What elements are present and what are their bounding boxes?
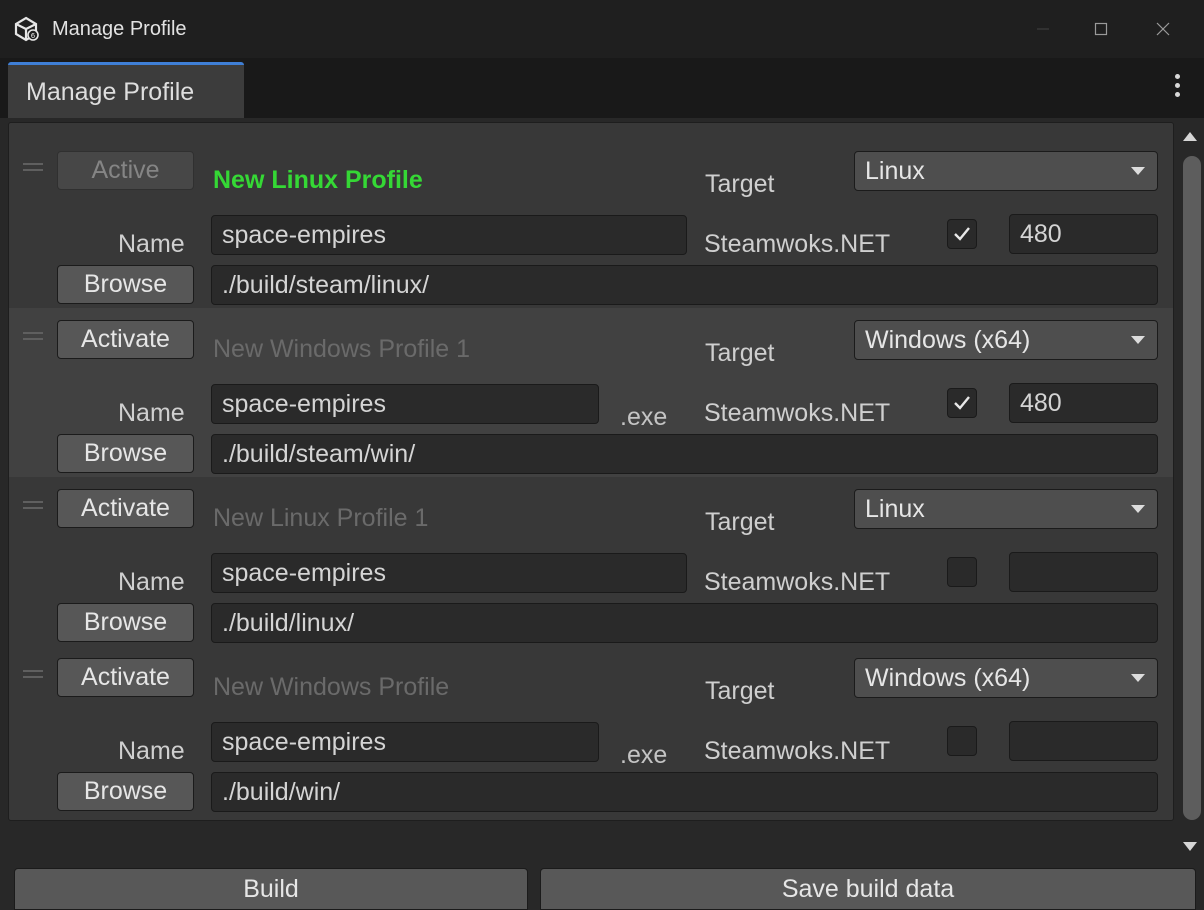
output-path-input[interactable]: ./build/steam/win/ — [211, 434, 1158, 474]
checkmark-icon — [954, 227, 970, 241]
drag-handle-icon[interactable] — [23, 163, 43, 171]
close-button[interactable] — [1134, 0, 1192, 58]
chevron-down-icon — [1131, 505, 1145, 513]
build-name-input[interactable]: space-empires — [211, 553, 687, 593]
drag-handle-icon[interactable] — [23, 501, 43, 509]
profile-row: Activate New Windows Profile 1 Target Wi… — [9, 308, 1173, 477]
drag-handle-icon[interactable] — [23, 332, 43, 340]
steamworks-checkbox[interactable] — [947, 219, 977, 249]
steamworks-checkbox[interactable] — [947, 557, 977, 587]
target-label: Target — [705, 508, 775, 536]
scroll-down-icon[interactable] — [1183, 842, 1197, 851]
unity-logo-icon: 6 — [14, 16, 39, 42]
build-name-input[interactable]: space-empires — [211, 215, 687, 255]
target-value: Linux — [865, 157, 925, 185]
exe-extension-label: .exe — [620, 403, 668, 431]
activate-button[interactable]: Active — [57, 151, 194, 190]
target-label: Target — [705, 170, 775, 198]
steam-app-id-input[interactable] — [1009, 552, 1158, 592]
target-dropdown[interactable]: Linux — [854, 489, 1158, 529]
target-value: Linux — [865, 495, 925, 523]
steamworks-label: Steamwoks.NET — [704, 230, 891, 258]
steamworks-label: Steamwoks.NET — [704, 737, 891, 765]
maximize-button[interactable] — [1072, 0, 1130, 58]
content-area: Active New Linux Profile Target Linux Na… — [0, 118, 1204, 858]
target-dropdown[interactable]: Windows (x64) — [854, 658, 1158, 698]
target-label: Target — [705, 339, 775, 367]
minimize-icon — [1037, 28, 1049, 30]
browse-button[interactable]: Browse — [57, 434, 194, 473]
name-label: Name — [118, 399, 185, 427]
steam-app-id-input[interactable] — [1009, 721, 1158, 761]
checkmark-icon — [954, 396, 970, 410]
name-label: Name — [118, 230, 185, 258]
maximize-icon — [1094, 22, 1108, 36]
name-label: Name — [118, 568, 185, 596]
steam-app-id-input[interactable]: 480 — [1009, 383, 1158, 423]
target-value: Windows (x64) — [865, 664, 1031, 692]
output-path-input[interactable]: ./build/steam/linux/ — [211, 265, 1158, 305]
activate-button[interactable]: Activate — [57, 489, 194, 528]
steam-app-id-input[interactable]: 480 — [1009, 214, 1158, 254]
title-bar[interactable]: 6 Manage Profile — [0, 0, 1204, 58]
profile-name: New Windows Profile 1 — [213, 335, 471, 363]
editor-window: 6 Manage Profile Manage Profile Active N… — [0, 0, 1204, 910]
minimize-button[interactable] — [1014, 0, 1072, 58]
chevron-down-icon — [1131, 336, 1145, 344]
activate-button[interactable]: Activate — [57, 320, 194, 359]
browse-button[interactable]: Browse — [57, 265, 194, 304]
more-options-icon[interactable] — [1170, 74, 1184, 104]
profile-name: New Linux Profile 1 — [213, 504, 429, 532]
close-icon — [1156, 22, 1170, 36]
profile-row: Activate New Windows Profile Target Wind… — [9, 646, 1173, 815]
target-label: Target — [705, 677, 775, 705]
steamworks-checkbox[interactable] — [947, 388, 977, 418]
profile-name: New Windows Profile — [213, 673, 450, 701]
output-path-input[interactable]: ./build/win/ — [211, 772, 1158, 812]
build-name-input[interactable]: space-empires — [211, 722, 599, 762]
drag-handle-icon[interactable] — [23, 670, 43, 678]
exe-extension-label: .exe — [620, 741, 668, 769]
browse-button[interactable]: Browse — [57, 603, 194, 642]
window-title: Manage Profile — [52, 18, 187, 40]
tab-manage-profile[interactable]: Manage Profile — [8, 62, 244, 118]
name-label: Name — [118, 737, 185, 765]
profile-list: Active New Linux Profile Target Linux Na… — [8, 122, 1174, 821]
scrollbar-thumb[interactable] — [1183, 156, 1201, 820]
browse-button[interactable]: Browse — [57, 772, 194, 811]
profile-name: New Linux Profile — [213, 166, 423, 194]
output-path-input[interactable]: ./build/linux/ — [211, 603, 1158, 643]
build-button[interactable]: Build — [14, 868, 528, 910]
steamworks-checkbox[interactable] — [947, 726, 977, 756]
profile-row: Active New Linux Profile Target Linux Na… — [9, 139, 1173, 308]
steamworks-label: Steamwoks.NET — [704, 568, 891, 596]
target-dropdown[interactable]: Linux — [854, 151, 1158, 191]
activate-button[interactable]: Activate — [57, 658, 194, 697]
profile-row: Activate New Linux Profile 1 Target Linu… — [9, 477, 1173, 646]
scroll-up-icon[interactable] — [1183, 132, 1197, 141]
footer-bar: Build Save build data — [0, 858, 1204, 910]
target-value: Windows (x64) — [865, 326, 1031, 354]
chevron-down-icon — [1131, 674, 1145, 682]
target-dropdown[interactable]: Windows (x64) — [854, 320, 1158, 360]
steamworks-label: Steamwoks.NET — [704, 399, 891, 427]
vertical-scrollbar[interactable] — [1176, 122, 1204, 862]
save-build-data-button[interactable]: Save build data — [540, 868, 1196, 910]
svg-text:6: 6 — [31, 32, 36, 40]
chevron-down-icon — [1131, 167, 1145, 175]
tab-strip: Manage Profile — [0, 58, 1204, 118]
tab-label: Manage Profile — [26, 78, 195, 106]
build-name-input[interactable]: space-empires — [211, 384, 599, 424]
